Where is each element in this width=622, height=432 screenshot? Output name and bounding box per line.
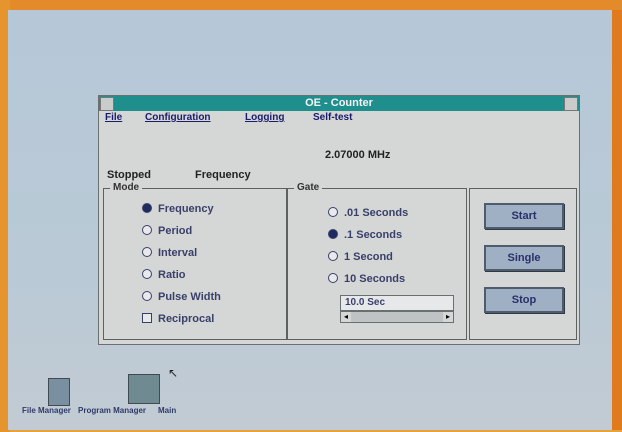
menu-logging[interactable]: Logging bbox=[245, 112, 284, 123]
file-manager-label: File Manager bbox=[22, 406, 71, 415]
start-button[interactable]: Start bbox=[484, 203, 564, 229]
mode-group: Mode Frequency Period Interval Ratio Pul… bbox=[103, 182, 287, 340]
system-menu-icon[interactable] bbox=[100, 97, 114, 111]
window-titlebar[interactable]: OE - Counter bbox=[99, 96, 579, 111]
program-manager-label: Program Manager bbox=[78, 406, 147, 415]
stop-button[interactable]: Stop bbox=[484, 287, 564, 313]
mouse-cursor-icon: ↖ bbox=[168, 366, 179, 380]
action-buttons: Start Single Stop bbox=[469, 188, 577, 340]
run-status: Stopped bbox=[107, 169, 151, 181]
reciprocal-checkbox[interactable]: Reciprocal bbox=[142, 313, 214, 325]
menu-configuration[interactable]: Configuration bbox=[145, 112, 211, 123]
file-manager-icon[interactable] bbox=[48, 378, 70, 406]
gate-group: Gate .01 Seconds .1 Seconds 1 Second 10 … bbox=[287, 182, 467, 340]
maximize-icon[interactable] bbox=[564, 97, 578, 111]
program-manager-icon[interactable] bbox=[128, 374, 160, 404]
mode-radio-ratio[interactable]: Ratio bbox=[142, 269, 186, 281]
frequency-readout: 2.07000 MHz bbox=[325, 149, 391, 161]
gate-group-title: Gate bbox=[294, 182, 323, 193]
radio-icon bbox=[142, 247, 152, 257]
window-title: OE - Counter bbox=[305, 97, 373, 109]
scroll-left-icon[interactable]: ◂ bbox=[341, 312, 351, 322]
gate-radio-001[interactable]: .01 Seconds bbox=[328, 207, 408, 219]
scroll-right-icon[interactable]: ▸ bbox=[443, 312, 453, 322]
gate-radio-1[interactable]: 1 Second bbox=[328, 251, 393, 263]
radio-icon bbox=[142, 225, 152, 235]
radio-selected-icon bbox=[142, 203, 152, 213]
main-label: Main bbox=[158, 406, 177, 415]
radio-icon bbox=[142, 291, 152, 301]
status-area: 2.07000 MHz Stopped Frequency bbox=[99, 126, 579, 186]
radio-icon bbox=[328, 207, 338, 217]
mode-radio-period[interactable]: Period bbox=[142, 225, 192, 237]
radio-icon bbox=[328, 251, 338, 261]
gate-radio-01[interactable]: .1 Seconds bbox=[328, 229, 402, 241]
single-button[interactable]: Single bbox=[484, 245, 564, 271]
radio-icon bbox=[142, 269, 152, 279]
counter-window: OE - Counter File Configuration Logging … bbox=[98, 95, 580, 345]
menu-selftest[interactable]: Self-test bbox=[313, 112, 352, 123]
radio-icon bbox=[328, 273, 338, 283]
mode-radio-frequency[interactable]: Frequency bbox=[142, 203, 214, 215]
gate-scrollbar[interactable]: ◂ ▸ bbox=[340, 311, 454, 323]
menu-file[interactable]: File bbox=[105, 112, 122, 123]
mode-group-title: Mode bbox=[110, 182, 143, 193]
desktop: OE - Counter File Configuration Logging … bbox=[8, 10, 622, 430]
mode-radio-interval[interactable]: Interval bbox=[142, 247, 197, 259]
mode-radio-pulse-width[interactable]: Pulse Width bbox=[142, 291, 221, 303]
current-mode: Frequency bbox=[195, 169, 251, 181]
gate-radio-10[interactable]: 10 Seconds bbox=[328, 273, 405, 285]
menubar: File Configuration Logging Self-test bbox=[99, 111, 579, 125]
checkbox-icon bbox=[142, 313, 152, 323]
gate-custom-input[interactable]: 10.0 Sec bbox=[340, 295, 454, 311]
radio-selected-icon bbox=[328, 229, 338, 239]
